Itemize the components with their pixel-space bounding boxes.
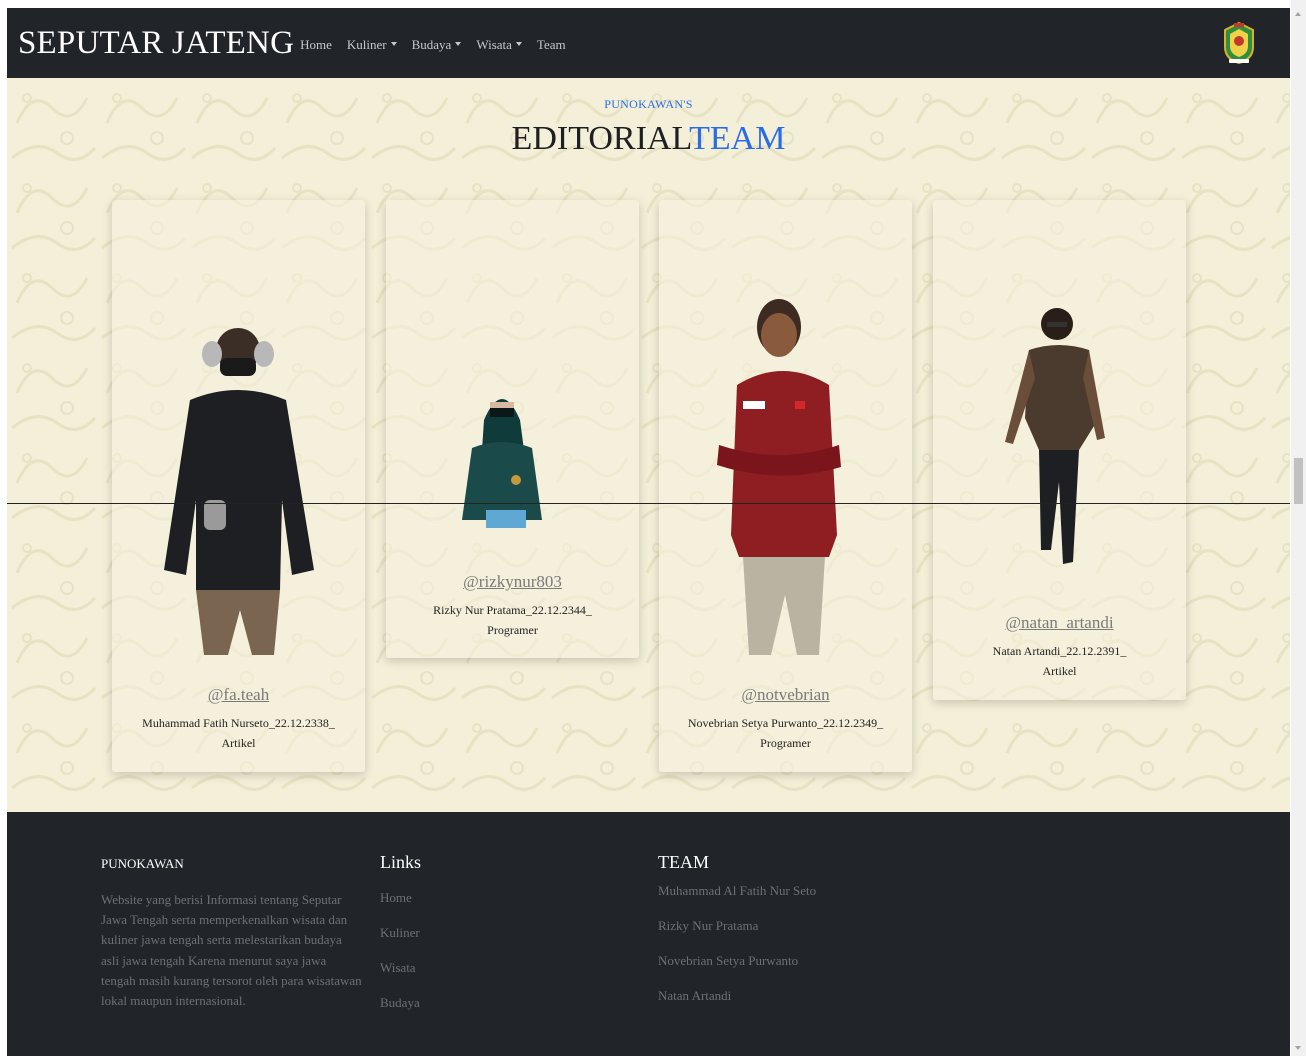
caret-down-icon xyxy=(515,42,522,46)
footer-team: TEAM Muhammad Al Fatih Nur Seto Rizky Nu… xyxy=(658,852,958,1004)
team-caption-line2: Programer xyxy=(487,623,538,637)
team-caption: Natan Artandi_22.12.2391_ Artikel xyxy=(933,641,1186,681)
section-title-main: EDITORIAL xyxy=(511,120,690,157)
footer-about-text: Website yang berisi Informasi tentang Se… xyxy=(101,892,362,1009)
nav-link-team[interactable]: Team xyxy=(537,37,566,53)
nav-link-label: Team xyxy=(536,37,566,52)
nav-link-label: Budaya xyxy=(411,37,452,52)
scroll-up-arrow-icon[interactable] xyxy=(1295,12,1301,16)
team-handle-link[interactable]: @rizkynur803 xyxy=(386,572,639,592)
person-photo-icon xyxy=(1005,308,1105,564)
footer-team-title: TEAM xyxy=(658,852,709,872)
nav-link-home[interactable]: Home xyxy=(300,37,332,53)
team-caption-line2: Artikel xyxy=(1042,664,1077,678)
footer-link-kuliner[interactable]: Kuliner xyxy=(380,925,580,941)
team-caption: Muhammad Fatih Nurseto_22.12.2338_ Artik… xyxy=(112,713,365,753)
editorial-team-section: PUNOKAWAN'S EDITORIALTEAM @fa.teah Muham… xyxy=(7,78,1290,812)
footer-links-title: Links xyxy=(380,852,422,872)
section-title-accent: TEAM xyxy=(689,120,786,157)
central-java-emblem-icon xyxy=(1224,21,1254,65)
nav-link-label: Kuliner xyxy=(346,37,387,52)
caret-down-icon xyxy=(390,42,397,46)
navbar: SEPUTAR JATENG Home Kuliner Budaya Wisat… xyxy=(7,8,1290,78)
footer-about-title: PUNOKAWAN xyxy=(101,856,184,871)
scroll-down-arrow-icon[interactable] xyxy=(1295,1046,1301,1050)
person-photo-icon xyxy=(462,399,542,528)
section-title: EDITORIALTEAM xyxy=(7,120,1290,158)
team-card: @rizkynur803 Rizky Nur Pratama_22.12.234… xyxy=(386,200,639,658)
footer-links: Links Home Kuliner Wisata Budaya xyxy=(380,852,580,1011)
team-caption-line1: Natan Artandi_22.12.2391_ xyxy=(992,644,1127,658)
footer-team-member: Novebrian Setya Purwanto xyxy=(658,953,799,968)
nav-link-label: Wisata xyxy=(476,37,512,52)
team-caption-line1: Muhammad Fatih Nurseto_22.12.2338_ xyxy=(142,716,335,730)
team-card: @fa.teah Muhammad Fatih Nurseto_22.12.23… xyxy=(112,200,365,772)
nav-links: Home Kuliner Budaya Wisata Team xyxy=(300,37,580,53)
team-caption-line2: Programer xyxy=(760,736,811,750)
section-kicker: PUNOKAWAN'S xyxy=(604,97,693,111)
scrollbar-thumb[interactable] xyxy=(1294,458,1303,504)
team-card: @natan_artandi Natan Artandi_22.12.2391_… xyxy=(933,200,1186,700)
horizontal-divider-line xyxy=(7,503,1290,504)
page-scrollbar[interactable] xyxy=(1291,0,1306,1056)
nav-link-kuliner[interactable]: Kuliner xyxy=(347,37,397,53)
footer-link-wisata[interactable]: Wisata xyxy=(380,960,580,976)
team-handle-link[interactable]: @fa.teah xyxy=(112,685,365,705)
footer-team-member: Rizky Nur Pratama xyxy=(658,918,759,933)
team-caption-line1: Rizky Nur Pratama_22.12.2344_ xyxy=(433,603,592,617)
team-card: @notvebrian Novebrian Setya Purwanto_22.… xyxy=(659,200,912,772)
team-caption-line1: Novebrian Setya Purwanto_22.12.2349_ xyxy=(687,716,884,730)
nav-link-wisata[interactable]: Wisata xyxy=(476,37,522,53)
nav-link-budaya[interactable]: Budaya xyxy=(412,37,462,53)
footer-link-budaya[interactable]: Budaya xyxy=(380,995,580,1011)
footer-about: PUNOKAWAN Website yang berisi Informasi … xyxy=(101,856,363,1011)
brand-title[interactable]: SEPUTAR JATENG xyxy=(18,25,294,62)
caret-down-icon xyxy=(455,42,462,46)
team-handle-link[interactable]: @natan_artandi xyxy=(933,613,1186,633)
footer-link-home[interactable]: Home xyxy=(380,890,580,906)
nav-link-label: Home xyxy=(300,37,332,52)
team-caption: Novebrian Setya Purwanto_22.12.2349_ Pro… xyxy=(659,713,912,753)
footer: PUNOKAWAN Website yang berisi Informasi … xyxy=(7,812,1290,1056)
team-handle-link[interactable]: @notvebrian xyxy=(659,685,912,705)
person-photo-icon xyxy=(164,328,314,655)
footer-team-member: Natan Artandi xyxy=(658,988,732,1003)
team-caption-line2: Artikel xyxy=(221,736,256,750)
team-caption: Rizky Nur Pratama_22.12.2344_ Programer xyxy=(386,600,639,640)
footer-team-member: Muhammad Al Fatih Nur Seto xyxy=(658,883,817,898)
person-photo-icon xyxy=(717,299,841,655)
